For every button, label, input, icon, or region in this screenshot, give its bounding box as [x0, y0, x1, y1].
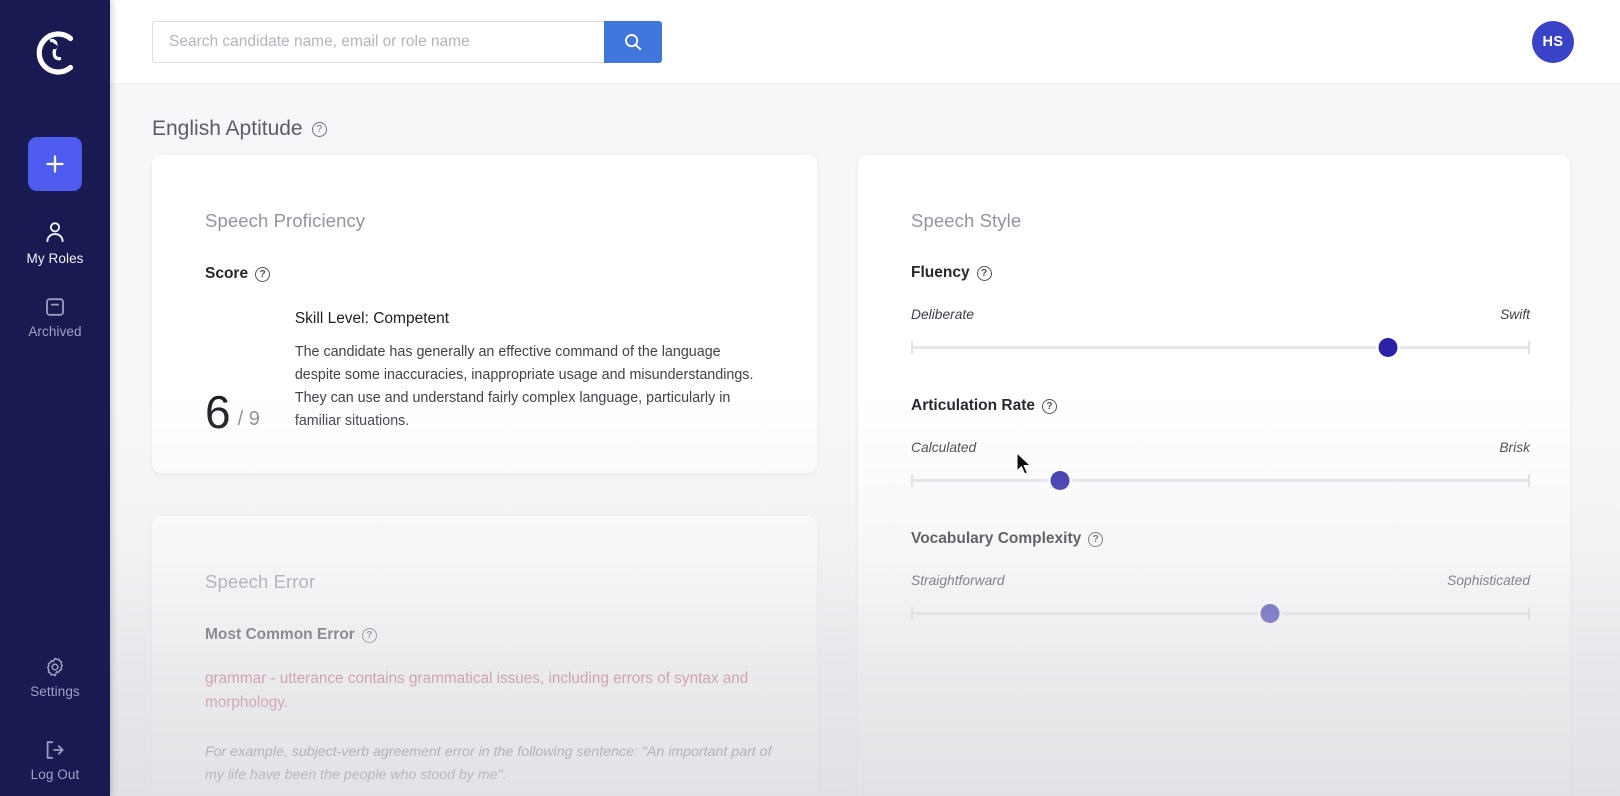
sidebar-item-settings[interactable]: Settings: [0, 656, 110, 699]
archive-box-icon: [44, 296, 66, 318]
sidebar-item-archived-label: Archived: [28, 324, 81, 339]
slider-vocabulary-complexity-left-label: Straightforward: [911, 573, 1005, 588]
slider-fluency-track[interactable]: [911, 339, 1530, 357]
slider-vocabulary-complexity-track[interactable]: [911, 605, 1530, 623]
cl-monogram-logo: [27, 25, 83, 81]
sidebar-item-my-roles[interactable]: My Roles: [0, 221, 110, 266]
score-label-row: Score ?: [205, 265, 783, 283]
search-icon: [623, 32, 643, 52]
slider-fluency-label: Fluency: [911, 264, 970, 282]
sidebar-item-log-out[interactable]: Log Out: [0, 739, 110, 782]
slider-fluency-label-row: Fluency ?: [911, 264, 1530, 282]
slider-cap-left: [911, 474, 913, 487]
slider-articulation-rate-endpoints: Calculated Brisk: [911, 440, 1530, 455]
search-input[interactable]: [152, 21, 604, 63]
sidebar-bottom-group: Settings Log Out: [0, 656, 110, 796]
question-circle-icon[interactable]: ?: [977, 266, 992, 281]
score-value: 6: [205, 392, 231, 433]
slider-articulation-rate-track[interactable]: [911, 472, 1530, 490]
score-label: Score: [205, 265, 248, 283]
slider-articulation-rate-right-label: Brisk: [1499, 440, 1530, 455]
score-row: 6 / 9 Skill Level: Competent The candida…: [205, 310, 783, 434]
slider-fluency-endpoints: Deliberate Swift: [911, 307, 1530, 322]
most-common-error-label: Most Common Error: [205, 626, 355, 644]
most-common-error-label-row: Most Common Error ?: [205, 626, 777, 644]
topbar: HS: [110, 0, 1620, 84]
question-circle-icon[interactable]: ?: [1042, 399, 1057, 414]
slider-articulation-rate-left-label: Calculated: [911, 440, 976, 455]
slider-rail: [911, 346, 1530, 349]
speech-style-card: Speech Style Fluency ? Deliberate Swift: [858, 155, 1570, 796]
slider-cap-right: [1528, 607, 1530, 620]
slider-vocabulary-complexity-label-row: Vocabulary Complexity ?: [911, 530, 1530, 548]
slider-cap-right: [1528, 474, 1530, 487]
sidebar-item-my-roles-label: My Roles: [26, 251, 83, 266]
question-circle-icon[interactable]: ?: [255, 267, 270, 282]
sidebar-item-settings-label: Settings: [30, 684, 80, 699]
question-circle-icon[interactable]: ?: [1088, 532, 1103, 547]
speech-proficiency-card: Speech Proficiency Score ? 6 / 9 Skill L…: [152, 155, 817, 473]
page-title: English Aptitude ?: [152, 117, 327, 141]
slider-vocabulary-complexity-endpoints: Straightforward Sophisticated: [911, 573, 1530, 588]
gear-icon: [44, 656, 66, 678]
question-circle-icon[interactable]: ?: [362, 628, 377, 643]
slider-vocabulary-complexity-right-label: Sophisticated: [1447, 573, 1530, 588]
slider-articulation-rate: Articulation Rate ? Calculated Brisk: [911, 397, 1530, 490]
app-logo[interactable]: [26, 24, 84, 82]
slider-cap-left: [911, 607, 913, 620]
slider-cap-left: [911, 341, 913, 354]
score-description: The candidate has generally an effective…: [295, 341, 765, 434]
slider-rail: [911, 612, 1530, 615]
slider-cap-right: [1528, 341, 1530, 354]
slider-vocabulary-complexity: Vocabulary Complexity ? Straightforward …: [911, 530, 1530, 623]
speech-proficiency-title: Speech Proficiency: [205, 210, 783, 232]
slider-fluency: Fluency ? Deliberate Swift: [911, 264, 1530, 357]
search-button[interactable]: [604, 21, 662, 63]
person-icon: [44, 221, 66, 245]
avatar[interactable]: HS: [1532, 21, 1574, 63]
speech-style-title: Speech Style: [911, 210, 1530, 232]
slider-vocabulary-complexity-label: Vocabulary Complexity: [911, 530, 1081, 548]
avatar-initials: HS: [1543, 34, 1564, 50]
add-button[interactable]: [28, 137, 82, 191]
skill-level: Skill Level: Competent: [295, 310, 765, 328]
sidebar: My Roles Archived Settings Log Out: [0, 0, 110, 796]
search-bar: [152, 21, 662, 63]
slider-rail: [911, 479, 1530, 482]
speech-error-title: Speech Error: [205, 571, 777, 593]
most-common-error-text: grammar - utterance contains grammatical…: [205, 667, 777, 715]
main-content: English Aptitude ? Speech Proficiency Sc…: [110, 84, 1620, 796]
plus-icon: [43, 152, 67, 176]
logout-arrow-icon: [43, 739, 67, 761]
slider-fluency-thumb[interactable]: [1378, 338, 1397, 357]
slider-articulation-rate-label-row: Articulation Rate ?: [911, 397, 1530, 415]
error-example-text: For example, subject-verb agreement erro…: [205, 741, 777, 787]
question-circle-icon[interactable]: ?: [312, 122, 327, 137]
score-denominator: / 9: [238, 408, 260, 434]
slider-vocabulary-complexity-thumb[interactable]: [1261, 604, 1280, 623]
sidebar-item-archived[interactable]: Archived: [0, 296, 110, 339]
page-title-text: English Aptitude: [152, 117, 303, 141]
slider-fluency-left-label: Deliberate: [911, 307, 974, 322]
sidebar-item-log-out-label: Log Out: [31, 767, 80, 782]
speech-error-card: Speech Error Most Common Error ? grammar…: [152, 516, 817, 796]
slider-articulation-rate-thumb[interactable]: [1050, 471, 1069, 490]
slider-fluency-right-label: Swift: [1500, 307, 1530, 322]
slider-articulation-rate-label: Articulation Rate: [911, 397, 1035, 415]
